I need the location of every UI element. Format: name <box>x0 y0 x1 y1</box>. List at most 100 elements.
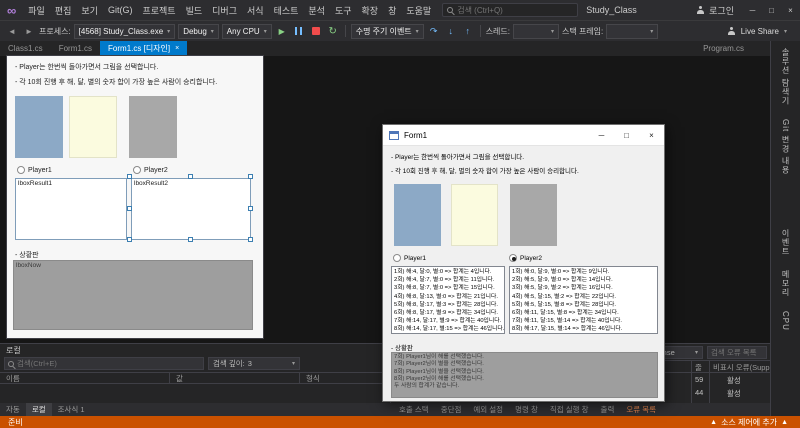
designer-radio-player2[interactable]: Player2 <box>133 166 168 174</box>
form-close-button[interactable]: × <box>639 125 664 145</box>
selection-handle[interactable] <box>127 237 132 242</box>
navigate-back-icon[interactable]: ◄ <box>5 24 19 39</box>
tab-program-cs[interactable]: Program.cs <box>695 41 752 56</box>
search-depth-dropdown[interactable]: 검색 깊이: 3 ▾ <box>208 357 300 370</box>
designer-picturebox-moon[interactable] <box>69 96 117 158</box>
platform-dropdown[interactable]: Any CPU ▾ <box>221 23 272 39</box>
error-row-line[interactable]: 44 <box>695 388 703 397</box>
tab-call-stack[interactable]: 호출 스택 <box>393 403 435 416</box>
column-value[interactable]: 값 <box>170 373 300 383</box>
configuration-dropdown[interactable]: Debug ▾ <box>178 23 219 39</box>
selection-handle[interactable] <box>127 174 132 179</box>
thread-dropdown[interactable]: ▾ <box>513 23 559 39</box>
tab-immediate-window[interactable]: 직접 실행 창 <box>544 403 595 416</box>
list-item[interactable]: 7회) 해:14, 달:17, 별:9 => 합계는 40입니다. <box>394 317 502 325</box>
selection-handle[interactable] <box>248 206 253 211</box>
navigate-forward-icon[interactable]: ► <box>22 24 36 39</box>
menu-debug[interactable]: 디버그 <box>207 4 242 17</box>
menu-build[interactable]: 빌드 <box>181 4 208 17</box>
menu-edit[interactable]: 편집 <box>50 4 77 17</box>
list-item[interactable]: 7회) 해:11, 달:15, 별:14 => 합계는 40입니다. <box>512 317 655 325</box>
close-button[interactable]: × <box>781 0 800 20</box>
list-item[interactable]: 4회) 해:5, 달:15, 별:2 => 합계는 22입니다. <box>512 293 655 301</box>
list-item[interactable]: 6회) 해:8, 달:17, 별:9 => 합계는 34입니다. <box>394 309 502 317</box>
designer-picturebox-star[interactable] <box>129 96 177 158</box>
radio-player1[interactable]: Player1 <box>393 254 426 262</box>
tab-breakpoints[interactable]: 중단점 <box>435 403 468 416</box>
error-search-box[interactable] <box>707 346 767 359</box>
form1-window[interactable]: Form1 ─ □ × - Player는 한번씩 돌아가면서 그림을 선택합니… <box>382 124 665 402</box>
form-minimize-button[interactable]: ─ <box>589 125 614 145</box>
designer-listbox-result2[interactable]: lboxResult2 <box>131 178 251 240</box>
quick-search-input[interactable] <box>457 5 574 15</box>
list-item[interactable]: 8회) Player1님이 별을 선택했습니다. <box>394 369 655 376</box>
stack-frame-dropdown[interactable]: ▾ <box>606 23 659 39</box>
list-item[interactable]: 4회) 해:8, 달:13, 별:0 => 합계는 21입니다. <box>394 293 502 301</box>
designer-listbox-result1[interactable]: lboxResult1 <box>15 178 127 240</box>
restart-button[interactable]: ↻ <box>326 24 340 39</box>
listbox-result2[interactable]: 1회) 해:0, 달:9, 별:0 => 합계는 9입니다. 2회) 해:5, … <box>509 266 658 334</box>
tab-watch1[interactable]: 조사식 1 <box>52 403 91 416</box>
continue-button[interactable]: ▶ <box>275 24 289 39</box>
list-item[interactable]: 두 사람의 합계가 같습니다. <box>394 383 655 390</box>
locals-search-box[interactable] <box>4 357 204 370</box>
form-maximize-button[interactable]: □ <box>614 125 639 145</box>
tab-exception-settings[interactable]: 예외 설정 <box>467 403 509 416</box>
designer-picturebox-sun[interactable] <box>15 96 63 158</box>
picturebox-star[interactable] <box>510 184 557 246</box>
radio-player2[interactable]: Player2 <box>509 254 542 262</box>
list-item[interactable]: 6회) 해:11, 달:15, 별:8 => 합계는 34입니다. <box>512 309 655 317</box>
selection-handle[interactable] <box>188 237 193 242</box>
step-out-button[interactable]: ↑ <box>461 24 475 39</box>
sidebar-cpu[interactable]: CPU <box>781 304 790 338</box>
menu-window[interactable]: 창 <box>383 4 401 17</box>
close-tab-icon[interactable]: × <box>175 45 179 52</box>
designer-label-rule1[interactable]: - Player는 한번씩 돌아가면서 그림을 선택합니다. <box>15 62 158 72</box>
picturebox-sun[interactable] <box>394 184 441 246</box>
minimize-button[interactable]: ─ <box>743 0 762 20</box>
list-item[interactable]: 2회) 해:5, 달:9, 별:0 => 합계는 14입니다. <box>512 276 655 284</box>
list-item[interactable]: 5회) 해:8, 달:17, 별:3 => 합계는 28입니다. <box>394 301 502 309</box>
list-item[interactable]: 7회) Player2님이 별을 선택했습니다. <box>394 361 655 368</box>
list-item[interactable]: 1회) 해:4, 달:0, 별:0 => 합계는 4입니다. <box>394 268 502 276</box>
tab-autos[interactable]: 자동 <box>0 403 26 416</box>
list-item[interactable]: 3회) 해:5, 달:9, 별:2 => 합계는 16입니다. <box>512 284 655 292</box>
list-item[interactable]: 1회) 해:0, 달:9, 별:0 => 합계는 9입니다. <box>512 268 655 276</box>
listbox-result1[interactable]: 1회) 해:4, 달:0, 별:0 => 합계는 4입니다. 2회) 해:4, … <box>391 266 505 334</box>
error-search-input[interactable] <box>711 348 763 357</box>
tab-class1-cs[interactable]: Class1.cs <box>0 41 51 56</box>
list-item[interactable]: 5회) 해:5, 달:15, 별:8 => 합계는 28입니다. <box>512 301 655 309</box>
sidebar-solution-explorer[interactable]: 솔루션 탐색기 <box>780 41 791 112</box>
stop-debugging-button[interactable] <box>309 24 323 39</box>
selection-handle[interactable] <box>248 174 253 179</box>
form1-title-bar[interactable]: Form1 ─ □ × <box>383 125 664 146</box>
list-item[interactable]: 8회) 해:17, 달:15, 별:14 => 합계는 46입니다. <box>512 325 655 333</box>
selection-handle[interactable] <box>127 206 132 211</box>
add-to-source-control-button[interactable]: ▲ 소스 제어에 추가 ▲ <box>710 417 792 428</box>
menu-extensions[interactable]: 확장 <box>357 4 384 17</box>
process-dropdown[interactable]: [4568] Study_Class.exe ▾ <box>73 23 176 39</box>
menu-view[interactable]: 보기 <box>76 4 103 17</box>
break-all-button[interactable] <box>292 24 306 39</box>
tab-form1-design[interactable]: Form1.cs [디자인] × <box>100 41 188 56</box>
tab-form1-cs[interactable]: Form1.cs <box>51 41 100 56</box>
error-row-state[interactable]: 활성 <box>727 388 741 399</box>
list-item[interactable]: 2회) 해:4, 달:7, 별:0 => 합계는 11입니다. <box>394 276 502 284</box>
tab-locals[interactable]: 로컬 <box>25 403 52 416</box>
sidebar-memory[interactable]: 메모리 <box>780 263 791 304</box>
tab-command-window[interactable]: 명령 창 <box>509 403 544 416</box>
sidebar-git-changes[interactable]: Git 변경 내용 <box>780 112 791 182</box>
live-share-button[interactable]: Live Share <box>741 27 779 36</box>
menu-format[interactable]: 서식 <box>242 4 269 17</box>
menu-test[interactable]: 테스트 <box>269 4 304 17</box>
step-over-button[interactable]: ↷ <box>427 24 441 39</box>
designer-board-label[interactable]: - 상황판 <box>15 250 39 260</box>
error-row-state[interactable]: 활성 <box>727 375 741 386</box>
list-item[interactable]: 8회) 해:14, 달:17, 별:15 => 합계는 46입니다. <box>394 325 504 333</box>
sign-in-button[interactable]: 로그인 <box>687 4 743 17</box>
sidebar-events[interactable]: 이벤트 <box>780 222 791 263</box>
designer-listbox-now[interactable]: lboxNow <box>13 260 253 330</box>
list-item[interactable]: 3회) 해:8, 달:7, 별:0 => 합계는 15입니다. <box>394 284 502 292</box>
designer-radio-player1[interactable]: Player1 <box>17 166 52 174</box>
error-row-line[interactable]: 59 <box>695 375 703 384</box>
